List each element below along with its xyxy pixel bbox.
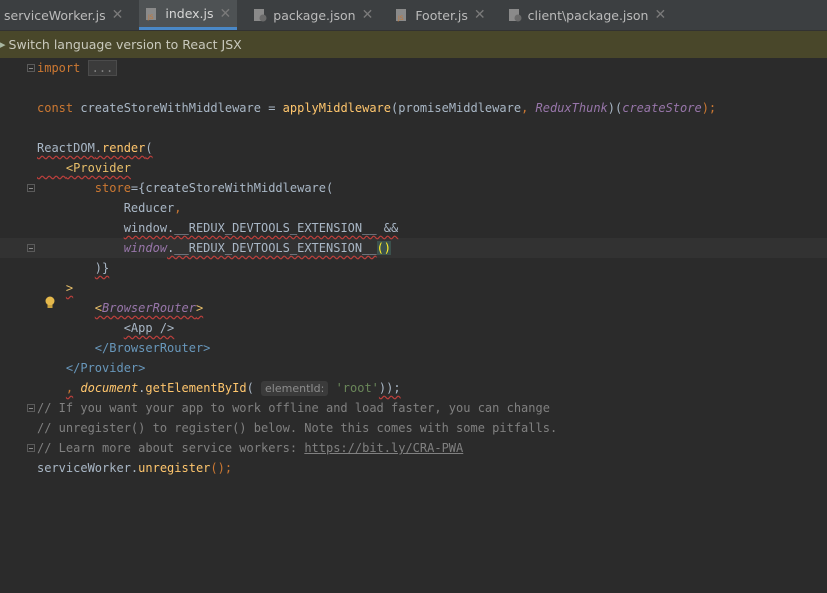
- code-token: .: [94, 141, 103, 155]
- code-token: serviceWorker: [37, 461, 131, 475]
- fold-marker-icon[interactable]: [27, 404, 35, 412]
- code-line-20: // Learn more about service workers: htt…: [37, 438, 463, 458]
- tab-label: package.json: [273, 7, 356, 23]
- code-token: render: [102, 141, 146, 155]
- fold-marker-icon[interactable]: [27, 244, 35, 252]
- code-line-7: store={createStoreWithMiddleware(: [37, 178, 333, 198]
- code-token: <BrowserRouter>: [95, 301, 203, 315]
- code-token: (: [145, 141, 153, 155]
- code-token: <Provider: [37, 161, 131, 175]
- fold-marker-icon[interactable]: [27, 64, 35, 72]
- code-token: </Provider>: [65, 361, 146, 375]
- code-line-15: </BrowserRouter>: [37, 338, 211, 358]
- code-token: </BrowserRouter>: [94, 341, 211, 355]
- code-line-17: , document.getElementById( elementId: 'r…: [37, 378, 401, 398]
- code-line-16: </Provider>: [37, 358, 145, 378]
- fold-marker-icon[interactable]: [27, 444, 35, 452]
- code-token: ,: [65, 381, 74, 395]
- svg-text:JS: JS: [147, 14, 154, 21]
- banner-text[interactable]: Switch language version to React JSX: [9, 37, 242, 52]
- code-token: // Learn more about service workers:: [37, 441, 305, 455]
- code-line-9: window.__REDUX_DEVTOOLS_EXTENSION__ &&: [37, 218, 399, 238]
- code-line-6: <Provider: [37, 158, 131, 178]
- close-icon[interactable]: ✕: [654, 8, 666, 22]
- folded-imports[interactable]: ...: [87, 60, 118, 76]
- code-token: unregister: [138, 461, 211, 475]
- code-token: window: [123, 241, 168, 255]
- json-file-icon: [254, 9, 267, 22]
- code-token: window.__REDUX_DEVTOOLS_EXTENSION__ &&: [123, 221, 399, 235]
- code-token: (: [246, 381, 254, 395]
- code-token: document: [80, 381, 139, 395]
- code-line-5: ReactDOM.render(: [37, 138, 153, 158]
- fold-marker-icon[interactable]: [27, 184, 35, 192]
- tab-label: Footer.js: [415, 7, 468, 23]
- tab-footer-js[interactable]: JS Footer.js ✕: [389, 0, 491, 30]
- code-token: Reducer: [123, 201, 175, 215]
- code-editor[interactable]: import ... const createStoreWithMiddlewa…: [0, 58, 827, 593]
- code-token: <App />: [123, 321, 175, 335]
- language-banner[interactable]: ▸ Switch language version to React JSX: [0, 31, 827, 58]
- code-line-3: const createStoreWithMiddleware = applyM…: [37, 98, 716, 118]
- tab-client-package-json[interactable]: client\package.json ✕: [502, 0, 673, 30]
- code-line-12: >: [37, 278, 73, 298]
- code-token: createStore: [622, 101, 702, 115]
- close-icon[interactable]: ✕: [112, 8, 124, 22]
- code-line-13: <BrowserRouter>: [37, 298, 203, 318]
- code-token: getElementById: [145, 381, 247, 395]
- code-token: ={createStoreWithMiddleware(: [130, 181, 334, 195]
- close-icon[interactable]: ✕: [474, 8, 486, 22]
- close-icon[interactable]: ✕: [220, 7, 232, 21]
- tab-index-js[interactable]: JS index.js ✕: [139, 0, 238, 30]
- code-token: >: [65, 281, 74, 295]
- chevron-right-icon: ▸: [0, 38, 6, 51]
- code-token: );: [701, 101, 717, 115]
- tab-label: index.js: [165, 6, 214, 21]
- code-token: ,: [521, 101, 536, 115]
- code-token: )}: [94, 261, 110, 275]
- code-line-19: // unregister() to register() below. Not…: [37, 421, 558, 435]
- js-file-icon: JS: [146, 7, 157, 21]
- code-token: <: [94, 301, 103, 315]
- code-token: .__REDUX_DEVTOOLS_EXTENSION__: [167, 241, 377, 255]
- code-token: ReactDOM.render(: [37, 141, 153, 155]
- code-token: 'root': [335, 381, 379, 395]
- tab-label: client\package.json: [527, 7, 649, 23]
- code-token: ReactDOM: [37, 141, 95, 155]
- code-token: ReduxThunk: [535, 101, 608, 115]
- code-token: createStoreWithMiddleware =: [73, 101, 283, 115]
- keyword-const: const: [37, 101, 74, 115]
- code-line-21: serviceWorker.unregister();: [37, 458, 232, 478]
- keyword-import: import: [37, 61, 81, 75]
- code-token: >: [195, 301, 204, 315]
- code-line-18: // If you want your app to work offline …: [37, 401, 550, 415]
- code-line-11: )}: [37, 258, 109, 278]
- tab-package-json[interactable]: package.json ✕: [247, 0, 379, 30]
- code-token: store: [94, 181, 131, 195]
- editor-tab-bar: serviceWorker.js ✕ JS index.js ✕ package…: [0, 0, 827, 31]
- code-token: applyMiddleware: [282, 101, 392, 115]
- code-line-14: <App />: [37, 318, 175, 338]
- js-file-icon: JS: [396, 9, 407, 22]
- code-token: ));: [378, 381, 401, 395]
- svg-text:JS: JS: [397, 15, 404, 22]
- code-token: (promiseMiddleware: [391, 101, 522, 115]
- code-token: BrowserRouter: [102, 301, 196, 315]
- tab-label: serviceWorker.js: [4, 7, 106, 23]
- code-token: Provider: [73, 161, 131, 175]
- close-icon[interactable]: ✕: [362, 8, 374, 22]
- code-line-8: Reducer,: [37, 198, 182, 218]
- code-token: ,: [174, 201, 182, 215]
- json-file-icon: [508, 9, 522, 22]
- pwa-link[interactable]: https://bit.ly/CRA-PWA: [304, 441, 463, 455]
- parameter-hint: elementId:: [261, 381, 329, 396]
- tab-serviceworker-js[interactable]: serviceWorker.js ✕: [0, 0, 129, 30]
- code-token: ();: [210, 461, 233, 475]
- code-line-10: window.__REDUX_DEVTOOLS_EXTENSION__(): [37, 238, 392, 258]
- code-token: )(: [607, 101, 623, 115]
- code-token: (): [376, 241, 392, 255]
- code-line-1: import ...: [37, 58, 118, 78]
